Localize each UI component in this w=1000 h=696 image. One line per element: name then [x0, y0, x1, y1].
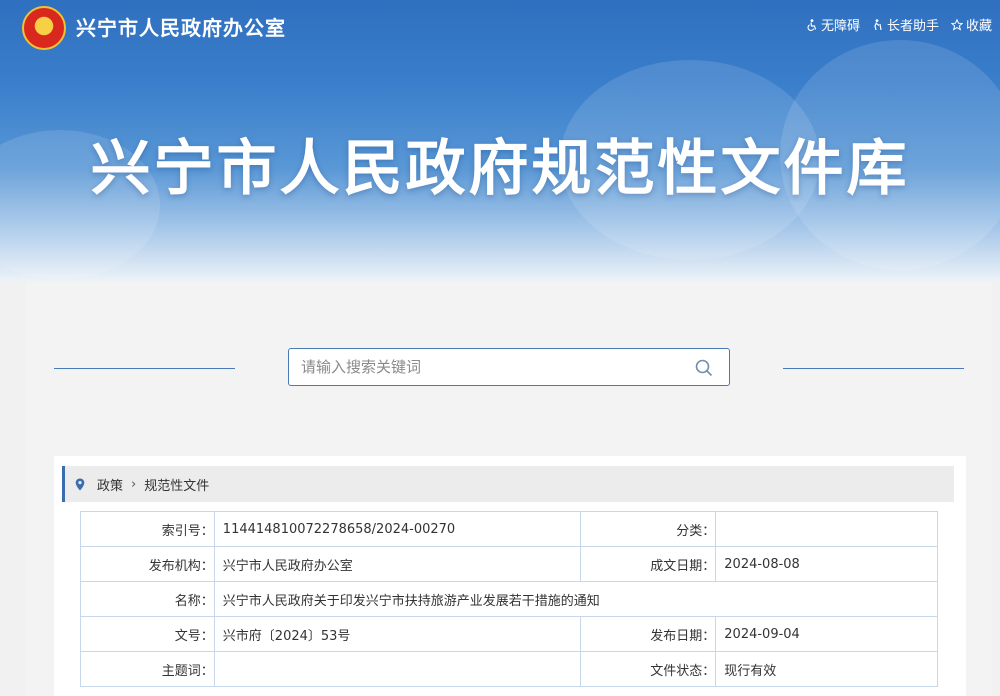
doc-no-value: 兴市府〔2024〕53号 — [213, 616, 582, 652]
index-no-value: 114414810072278658/2024-00270 — [213, 511, 582, 547]
elder-assistant-label: 长者助手 — [886, 19, 939, 34]
written-date-label: 成文日期： — [580, 546, 717, 582]
pub-date-label: 发布日期： — [580, 616, 717, 652]
breadcrumb: 政策 › 规范性文件 — [62, 466, 954, 502]
search-box — [288, 348, 730, 386]
breadcrumb-policy[interactable]: 政策 — [97, 475, 123, 494]
table-row: 索引号： 114414810072278658/2024-00270 分类： — [80, 511, 938, 547]
subject-label: 主题词： — [80, 651, 215, 687]
divider-left — [54, 368, 235, 369]
chevron-right-icon: › — [131, 476, 137, 492]
name-value: 兴宁市人民政府关于印发兴宁市扶持旅游产业发展若干措施的通知 — [213, 581, 939, 617]
search-input[interactable] — [289, 349, 693, 385]
table-row: 主题词： 文件状态： 现行有效 — [80, 651, 938, 687]
header-banner: 兴宁市人民政府办公室 无障碍 长者助手 收藏 兴宁市人民政府规范性文件库 — [0, 0, 1000, 282]
table-row: 名称： 兴宁市人民政府关于印发兴宁市扶持旅游产业发展若干措施的通知 — [80, 581, 939, 617]
category-value — [715, 511, 938, 547]
doc-no-label: 文号： — [80, 616, 215, 652]
document-metadata-table: 索引号： 114414810072278658/2024-00270 分类： 发… — [80, 511, 939, 687]
status-label: 文件状态： — [580, 651, 717, 687]
location-pin-icon — [75, 478, 85, 490]
site-name[interactable]: 兴宁市人民政府办公室 — [76, 12, 286, 41]
search-icon[interactable] — [695, 359, 713, 377]
top-links: 无障碍 长者助手 收藏 — [806, 15, 992, 34]
table-row: 发布机构： 兴宁市人民政府办公室 成文日期： 2024-08-08 — [80, 546, 938, 582]
elder-assistant-link[interactable]: 长者助手 — [872, 15, 939, 34]
accessibility-label: 无障碍 — [820, 19, 860, 34]
pub-date-value: 2024-09-04 — [715, 616, 938, 652]
table-row: 文号： 兴市府〔2024〕53号 发布日期： 2024-09-04 — [80, 616, 938, 652]
status-value: 现行有效 — [715, 651, 938, 687]
document-card: 政策 › 规范性文件 索引号： 114414810072278658/2024-… — [54, 456, 966, 696]
name-label: 名称： — [80, 581, 215, 617]
subject-value — [213, 651, 582, 687]
publisher-value: 兴宁市人民政府办公室 — [213, 546, 582, 582]
accessibility-link[interactable]: 无障碍 — [806, 15, 860, 34]
star-icon — [950, 18, 963, 31]
publisher-label: 发布机构： — [80, 546, 215, 582]
favorite-link[interactable]: 收藏 — [950, 15, 992, 34]
elder-icon — [874, 18, 882, 30]
national-emblem-logo[interactable] — [22, 6, 66, 50]
favorite-label: 收藏 — [965, 19, 992, 34]
index-no-label: 索引号： — [80, 511, 215, 547]
written-date-value: 2024-08-08 — [715, 546, 938, 582]
wheelchair-icon — [807, 18, 817, 31]
category-label: 分类： — [580, 511, 717, 547]
divider-right — [783, 368, 964, 369]
banner-title: 兴宁市人民政府规范性文件库 — [90, 134, 910, 204]
breadcrumb-normative-docs[interactable]: 规范性文件 — [144, 475, 209, 494]
